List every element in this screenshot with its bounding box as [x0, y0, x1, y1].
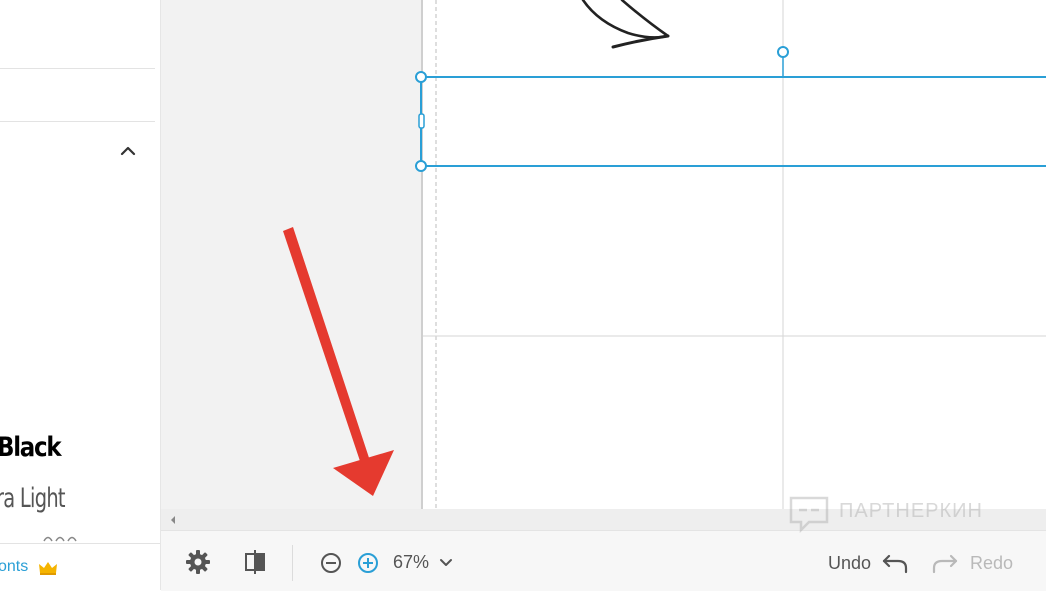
- undo-icon[interactable]: [881, 551, 909, 575]
- panel-divider: [0, 68, 155, 69]
- bottom-toolbar: 67% Undo Redo: [161, 530, 1046, 591]
- canvas-workspace[interactable]: [161, 0, 1046, 530]
- zoom-in-icon[interactable]: [357, 552, 379, 574]
- toolbar-separator: [292, 545, 293, 581]
- font-option-cut-off: [43, 536, 77, 542]
- gear-icon[interactable]: [185, 549, 211, 575]
- redo-label[interactable]: Redo: [970, 553, 1013, 574]
- crown-icon: [39, 562, 57, 575]
- design-canvas[interactable]: [421, 0, 1046, 509]
- zoom-out-icon[interactable]: [320, 552, 342, 574]
- panel-divider: [0, 121, 155, 122]
- redo-icon[interactable]: [931, 551, 959, 575]
- chevron-down-icon[interactable]: [439, 557, 453, 569]
- font-option-black[interactable]: Black: [0, 432, 62, 463]
- more-fonts-bar: onts: [0, 543, 160, 590]
- scroll-left-icon[interactable]: [168, 514, 178, 526]
- chevron-up-icon[interactable]: [118, 141, 138, 161]
- horizontal-scrollbar[interactable]: [161, 509, 1046, 530]
- undo-label[interactable]: Undo: [828, 553, 871, 574]
- more-fonts-link[interactable]: onts: [0, 558, 28, 576]
- font-option-extra-light[interactable]: ra Light: [0, 483, 66, 514]
- left-panel: Black ra Light onts: [0, 0, 161, 590]
- split-panel-icon[interactable]: [243, 549, 267, 575]
- zoom-level[interactable]: 67%: [393, 552, 429, 573]
